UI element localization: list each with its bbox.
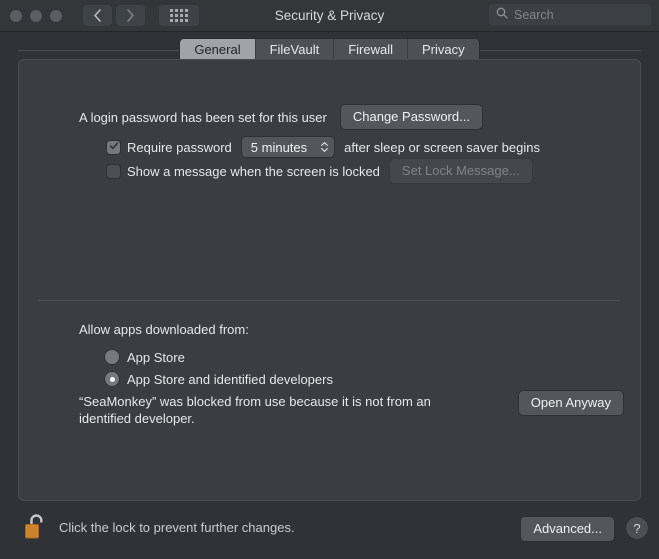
- password-delay-value: 5 minutes: [250, 139, 308, 155]
- help-button[interactable]: ?: [626, 517, 648, 539]
- login-password-row: A login password has been set for this u…: [79, 105, 482, 129]
- lock-hint-text: Click the lock to prevent further change…: [59, 520, 295, 535]
- show-lock-message-row: Show a message when the screen is locked…: [107, 159, 532, 183]
- require-password-checkbox[interactable]: [107, 138, 120, 156]
- radio-app-store-label: App Store: [127, 349, 185, 365]
- unlocked-padlock-icon[interactable]: [22, 510, 50, 543]
- back-chevron-icon: [93, 9, 102, 22]
- show-lock-message-checkbox[interactable]: [107, 164, 120, 178]
- grid-icon: [170, 9, 188, 22]
- source-option-identified-developers[interactable]: App Store and identified developers: [105, 369, 333, 389]
- close-button[interactable]: [10, 9, 22, 22]
- require-password-suffix: after sleep or screen saver begins: [344, 139, 540, 155]
- minimize-button[interactable]: [30, 9, 42, 22]
- radio-selected-dot: [109, 376, 115, 382]
- chevron-updown-icon: [321, 142, 329, 152]
- require-password-row: Require password 5 minutes after sleep o…: [107, 136, 540, 158]
- password-delay-popup[interactable]: 5 minutes: [241, 137, 335, 157]
- advanced-button[interactable]: Advanced...: [521, 517, 614, 541]
- change-password-button[interactable]: Change Password...: [340, 105, 482, 129]
- search-input[interactable]: [514, 8, 644, 22]
- allow-apps-label: Allow apps downloaded from:: [79, 322, 249, 337]
- bottom-bar: Click the lock to prevent further change…: [0, 501, 659, 559]
- forward-chevron-icon: [126, 9, 135, 22]
- set-lock-message-button[interactable]: Set Lock Message...: [389, 159, 532, 183]
- blocked-app-message: “SeaMonkey” was blocked from use because…: [79, 394, 431, 426]
- traffic-lights: [10, 9, 62, 22]
- general-settings-panel: A login password has been set for this u…: [18, 59, 641, 501]
- require-password-label: Require password: [127, 139, 232, 155]
- forward-button[interactable]: [116, 5, 145, 26]
- radio-app-store[interactable]: [105, 350, 119, 364]
- back-button[interactable]: [83, 5, 112, 26]
- window-titlebar: Security & Privacy: [0, 0, 659, 32]
- radio-identified-developers-label: App Store and identified developers: [127, 371, 333, 387]
- section-separator: [39, 300, 620, 301]
- login-password-status: A login password has been set for this u…: [79, 109, 327, 125]
- radio-identified-developers[interactable]: [105, 372, 119, 386]
- show-all-preferences-button[interactable]: [159, 5, 199, 26]
- zoom-button[interactable]: [50, 9, 62, 22]
- checkmark-icon: [109, 138, 119, 156]
- search-box[interactable]: [489, 4, 651, 26]
- navigation-group: [83, 5, 145, 26]
- open-anyway-button[interactable]: Open Anyway: [518, 391, 623, 415]
- source-option-app-store[interactable]: App Store: [105, 347, 185, 367]
- search-icon: [496, 6, 508, 24]
- show-lock-message-label: Show a message when the screen is locked: [127, 163, 380, 179]
